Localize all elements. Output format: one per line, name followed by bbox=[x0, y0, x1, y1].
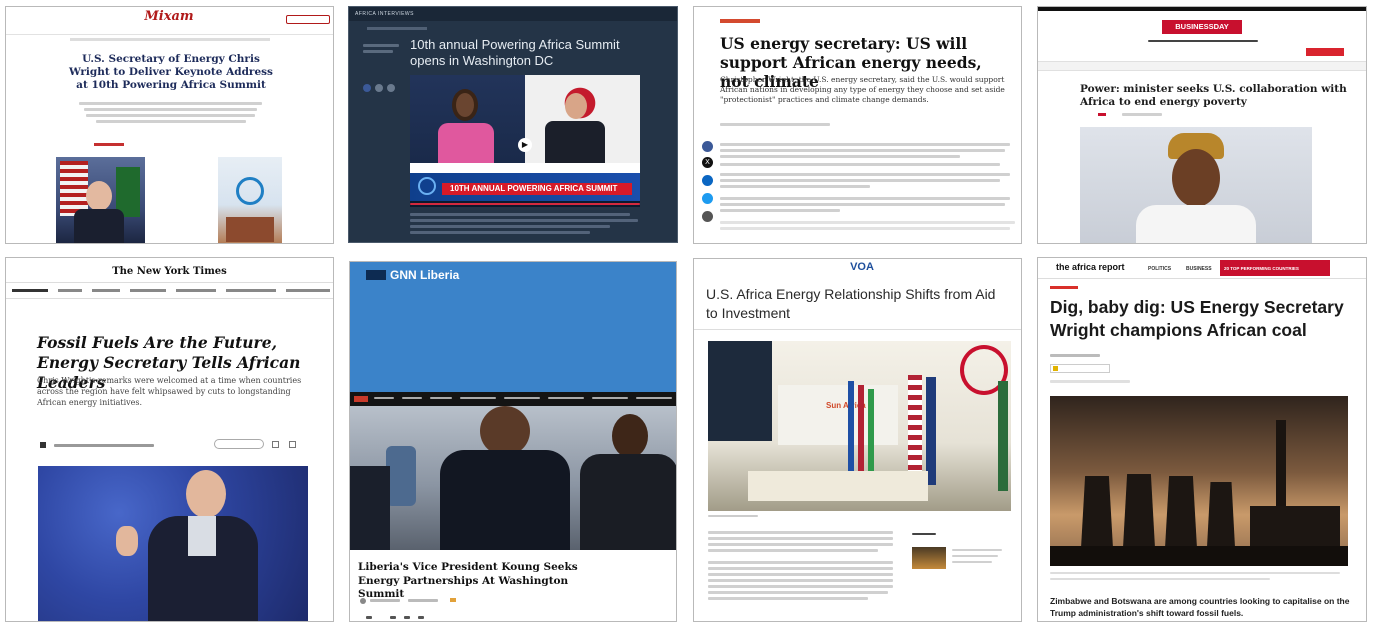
audio-play-icon[interactable] bbox=[40, 442, 46, 448]
bookmark-icon[interactable] bbox=[289, 441, 296, 448]
facebook-icon[interactable] bbox=[363, 84, 371, 92]
video-banner: 10TH ANNUAL POWERING AFRICA SUMMIT bbox=[450, 184, 618, 193]
article-headline[interactable]: U.S. Africa Energy Relationship Shifts f… bbox=[706, 285, 1011, 323]
article-headline[interactable]: Dig, baby dig: US Energy Secretary Wrigh… bbox=[1050, 296, 1355, 342]
article-headline[interactable]: Liberia's Vice President Koung Seeks Ene… bbox=[358, 561, 608, 602]
facebook-icon[interactable] bbox=[390, 616, 396, 619]
nav-top-countries[interactable]: 20 TOP PERFORMING COUNTRIES bbox=[1220, 260, 1330, 276]
nav-item[interactable] bbox=[226, 289, 276, 292]
site-logo[interactable]: GNN Liberia bbox=[390, 268, 510, 282]
article-subhead: Zimbabwe and Botswana are among countrie… bbox=[1050, 596, 1350, 618]
site-logo[interactable]: BUSINESSDAY bbox=[1162, 20, 1242, 34]
bluesky-icon[interactable] bbox=[702, 193, 713, 204]
nav-item[interactable] bbox=[130, 289, 166, 292]
tile-mixam-article[interactable]: Mixam U.S. Secretary of Energy Chris Wri… bbox=[5, 6, 334, 244]
gnn-icon[interactable] bbox=[366, 270, 386, 280]
share-icon[interactable] bbox=[375, 84, 383, 92]
video-player[interactable]: ▶ 10TH ANNUAL POWERING AFRICA SUMMIT bbox=[410, 75, 640, 207]
nav-item[interactable] bbox=[12, 289, 48, 292]
author-avatar bbox=[360, 598, 366, 604]
tile-video-article[interactable]: AFRICA INTERVIEWS 10th annual Powering A… bbox=[348, 6, 678, 243]
link-icon[interactable] bbox=[387, 84, 395, 92]
tile-nyt-article[interactable]: The New York Times Fossil Fuels Are the … bbox=[5, 257, 334, 622]
x-icon[interactable] bbox=[404, 616, 410, 619]
nav-item[interactable] bbox=[286, 289, 330, 292]
nav-item[interactable] bbox=[92, 289, 120, 292]
article-subhead: Chris Wright's remarks were welcomed at … bbox=[37, 376, 302, 407]
summit-stage-photo: Sun Africa bbox=[708, 341, 1011, 511]
nav-item[interactable] bbox=[176, 289, 216, 292]
power-station-photo bbox=[1050, 396, 1348, 566]
share-links[interactable] bbox=[94, 143, 124, 146]
facebook-icon[interactable] bbox=[702, 141, 713, 152]
event-poster bbox=[218, 157, 282, 243]
play-icon[interactable]: ▶ bbox=[518, 138, 532, 152]
site-logo[interactable]: the africa report bbox=[1056, 262, 1130, 272]
breadcrumb[interactable] bbox=[367, 27, 427, 30]
x-icon[interactable]: X bbox=[702, 157, 713, 168]
byline bbox=[720, 123, 830, 126]
site-logo[interactable]: Mixam bbox=[139, 9, 199, 33]
related-heading bbox=[912, 533, 936, 535]
tile-africa-report-article[interactable]: the africa report POLITICS BUSINESS 20 T… bbox=[1037, 257, 1367, 622]
subscribe-button[interactable] bbox=[1306, 48, 1344, 56]
search-box[interactable] bbox=[286, 15, 330, 24]
tile-energy-article[interactable]: US energy secretary: US will support Afr… bbox=[693, 6, 1022, 244]
article-headline[interactable]: Power: minister seeks U.S. collaboration… bbox=[1080, 83, 1350, 109]
related-thumbnail[interactable] bbox=[912, 547, 946, 569]
category-tag[interactable] bbox=[1050, 286, 1078, 289]
nav-item[interactable] bbox=[58, 289, 82, 292]
speaker-photo bbox=[38, 466, 308, 621]
nav-menu[interactable] bbox=[350, 392, 676, 406]
linkedin-icon[interactable] bbox=[702, 175, 713, 186]
share-full-article-button[interactable] bbox=[214, 439, 264, 449]
speaker-photo bbox=[56, 157, 145, 243]
nav-menu[interactable] bbox=[70, 38, 270, 41]
delegation-photo bbox=[350, 406, 676, 550]
article-headline[interactable]: 10th annual Powering Africa Summit opens… bbox=[410, 37, 650, 70]
tile-voa-article[interactable]: VOA U.S. Africa Energy Relationship Shif… bbox=[693, 258, 1022, 622]
email-icon[interactable] bbox=[418, 616, 424, 619]
market-ticker bbox=[1038, 61, 1366, 71]
subscriber-badge bbox=[1050, 364, 1110, 373]
category-tag[interactable] bbox=[720, 19, 760, 23]
minister-photo bbox=[1080, 127, 1312, 243]
article-subhead: Christopher Wright, the U.S. energy secr… bbox=[720, 75, 1005, 105]
share-icon[interactable] bbox=[366, 616, 372, 619]
email-icon[interactable] bbox=[702, 211, 713, 222]
top-strip bbox=[1038, 7, 1366, 11]
site-logo[interactable]: The New York Times bbox=[6, 266, 333, 277]
section-label: AFRICA INTERVIEWS bbox=[355, 11, 414, 17]
share-icon[interactable] bbox=[272, 441, 279, 448]
article-headline[interactable]: U.S. Secretary of Energy Chris Wright to… bbox=[66, 53, 276, 92]
site-logo[interactable]: VOA bbox=[842, 261, 882, 273]
nav-business[interactable]: BUSINESS bbox=[1186, 266, 1212, 272]
nav-politics[interactable]: POLITICS bbox=[1148, 266, 1171, 272]
tile-businessday-article[interactable]: BUSINESSDAY Power: minister seeks U.S. c… bbox=[1037, 6, 1367, 244]
nav-menu[interactable] bbox=[1148, 40, 1258, 42]
tile-gnn-article[interactable]: GNN Liberia Liberia's Vice President Kou… bbox=[349, 261, 677, 622]
